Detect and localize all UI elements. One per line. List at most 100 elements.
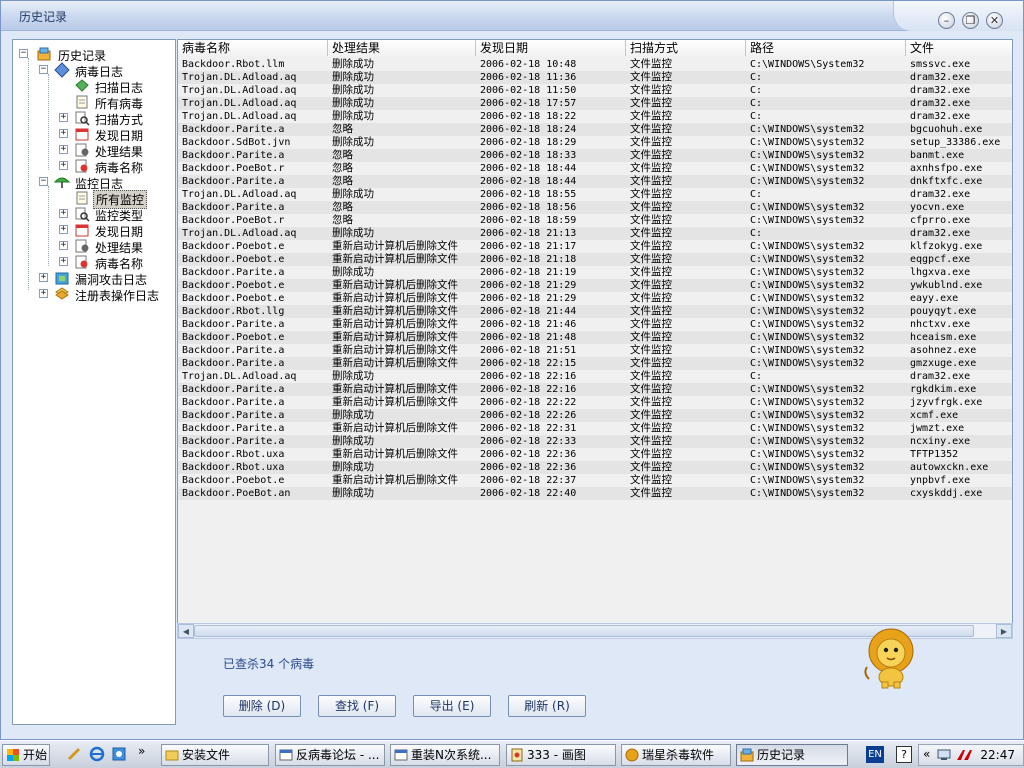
expand-icon[interactable]: + xyxy=(59,209,68,218)
table-row[interactable]: Backdoor.Rbot.llm 删除成功 2006-02-18 10:48 文件监… xyxy=(178,58,1012,71)
table-row[interactable]: Backdoor.SdBot.jvn 删除成功 2006-02-18 18:29 文件… xyxy=(178,136,1012,149)
table-row[interactable]: Trojan.DL.Adload.aq 删除成功 2006-02-18 21:13 文… xyxy=(178,227,1012,240)
table-row[interactable]: Trojan.DL.Adload.aq 删除成功 2006-02-18 11:36 文… xyxy=(178,71,1012,84)
cell-file: jwmzt.exe xyxy=(910,423,965,434)
minimize-icon[interactable]: – xyxy=(938,12,955,29)
tray-expand-icon[interactable]: « xyxy=(923,747,930,761)
table-row[interactable]: Backdoor.Rbot.uxa 重新启动计算机后删除文件 2006-02-18 … xyxy=(178,448,1012,461)
table-row[interactable]: Backdoor.Rbot.llg 重新启动计算机后删除文件 2006-02-18 … xyxy=(178,305,1012,318)
find-button[interactable]: 查找 (F) xyxy=(318,695,396,717)
table-row[interactable]: Backdoor.Parite.a 忽略 2006-02-18 18:33 文件监控 C… xyxy=(178,149,1012,162)
task-item[interactable]: 瑞星杀毒软件 xyxy=(621,744,731,766)
table-row[interactable]: Backdoor.Parite.a 忽略 2006-02-18 18:24 文件监控 C… xyxy=(178,123,1012,136)
task-item[interactable]: 历史记录 xyxy=(736,744,848,766)
table-row[interactable]: Backdoor.Parite.a 重新启动计算机后删除文件 2006-02-18 … xyxy=(178,396,1012,409)
table-row[interactable]: Backdoor.PoeBot.r 忽略 2006-02-18 18:59 文件监控 C… xyxy=(178,214,1012,227)
cell-virus-name: Backdoor.Parite.a xyxy=(182,384,285,395)
collapse-icon[interactable]: − xyxy=(39,177,48,186)
scroll-right-icon[interactable]: ▶ xyxy=(996,624,1012,638)
col-process-result[interactable]: 处理结果 xyxy=(328,40,476,56)
expand-icon[interactable]: + xyxy=(59,225,68,234)
table-row[interactable]: Backdoor.Parite.a 重新启动计算机后删除文件 2006-02-18 … xyxy=(178,344,1012,357)
table-row[interactable]: Backdoor.PoeBot.an 删除成功 2006-02-18 22:40 文件… xyxy=(178,487,1012,500)
calendar-icon xyxy=(75,224,89,237)
expand-icon[interactable]: + xyxy=(59,145,68,154)
cell-process-result: 忽略 xyxy=(332,201,353,213)
expand-icon[interactable]: + xyxy=(59,257,68,266)
task-item[interactable]: 333 - 画图 xyxy=(506,744,616,766)
table-row[interactable]: Backdoor.Poebot.e 重新启动计算机后删除文件 2006-02-18 … xyxy=(178,474,1012,487)
network-icon[interactable] xyxy=(937,748,951,762)
col-path[interactable]: 路径 xyxy=(746,40,906,56)
task-item[interactable]: 安装文件 xyxy=(161,744,269,766)
expand-icon[interactable]: + xyxy=(39,273,48,282)
col-found-date[interactable]: 发现日期 xyxy=(476,40,626,56)
cell-file: lhgxva.exe xyxy=(910,267,971,278)
antivirus-tray-icon[interactable] xyxy=(955,748,973,762)
ie-icon[interactable] xyxy=(89,746,105,762)
cell-scan-method: 文件监控 xyxy=(630,344,672,356)
table-row[interactable]: Trojan.DL.Adload.aq 删除成功 2006-02-18 11:50 文… xyxy=(178,84,1012,97)
table-row[interactable]: Backdoor.Poebot.e 重新启动计算机后删除文件 2006-02-18 … xyxy=(178,292,1012,305)
cell-scan-method: 文件监控 xyxy=(630,422,672,434)
title-bar[interactable]: 历史记录 – ❐ ✕ xyxy=(1,1,1023,31)
table-row[interactable]: Backdoor.Parite.a 重新启动计算机后删除文件 2006-02-18 … xyxy=(178,422,1012,435)
cell-virus-name: Backdoor.SdBot.jvn xyxy=(182,137,291,148)
col-scan-method[interactable]: 扫描方式 xyxy=(626,40,746,56)
table-row[interactable]: Backdoor.Rbot.uxa 删除成功 2006-02-18 22:36 文件监… xyxy=(178,461,1012,474)
scroll-thumb[interactable] xyxy=(194,625,974,637)
pen-icon[interactable] xyxy=(66,746,82,762)
table-row[interactable]: Backdoor.Poebot.e 重新启动计算机后删除文件 2006-02-18 … xyxy=(178,253,1012,266)
cell-process-result: 忽略 xyxy=(332,162,353,174)
cell-found-date: 2006-02-18 11:50 xyxy=(480,85,577,96)
quicklaunch-more-icon[interactable]: » xyxy=(138,744,145,758)
table-row[interactable]: Trojan.DL.Adload.aq 删除成功 2006-02-18 17:57 文… xyxy=(178,97,1012,110)
media-icon[interactable] xyxy=(111,746,127,762)
col-file[interactable]: 文件 xyxy=(906,40,1012,56)
table-row[interactable]: Backdoor.Poebot.e 重新启动计算机后删除文件 2006-02-18 … xyxy=(178,240,1012,253)
language-indicator[interactable]: EN xyxy=(866,746,884,763)
expand-icon[interactable]: + xyxy=(59,113,68,122)
scroll-left-icon[interactable]: ◀ xyxy=(178,624,194,638)
cell-file: gmzxuge.exe xyxy=(910,358,977,369)
table-row[interactable]: Trojan.DL.Adload.aq 删除成功 2006-02-18 22:16 文… xyxy=(178,370,1012,383)
table-row[interactable]: Backdoor.PoeBot.r 忽略 2006-02-18 18:44 文件监控 C… xyxy=(178,162,1012,175)
expand-icon[interactable]: + xyxy=(39,289,48,298)
cell-file: ynpbvf.exe xyxy=(910,475,971,486)
virus-name-icon xyxy=(75,159,88,173)
start-button[interactable]: 开始 xyxy=(2,744,50,766)
delete-button[interactable]: 删除 (D) xyxy=(223,695,301,717)
cell-scan-method: 文件监控 xyxy=(630,71,672,83)
refresh-button[interactable]: 刷新 (R) xyxy=(508,695,586,717)
table-row[interactable]: Backdoor.Parite.a 忽略 2006-02-18 18:44 文件监控 C… xyxy=(178,175,1012,188)
cell-file: autowxckn.exe xyxy=(910,462,989,473)
task-item[interactable]: 重装N次系统... xyxy=(390,744,500,766)
help-icon[interactable]: ? xyxy=(896,746,912,763)
table-row[interactable]: Backdoor.Poebot.e 重新启动计算机后删除文件 2006-02-18 … xyxy=(178,331,1012,344)
collapse-icon[interactable]: − xyxy=(39,65,48,74)
table-row[interactable]: Backdoor.Poebot.e 重新启动计算机后删除文件 2006-02-18 … xyxy=(178,279,1012,292)
table-row[interactable]: Trojan.DL.Adload.aq 删除成功 2006-02-18 18:55 文… xyxy=(178,188,1012,201)
expand-icon[interactable]: + xyxy=(59,161,68,170)
expand-icon[interactable]: + xyxy=(59,241,68,250)
cell-path: C: xyxy=(750,98,763,109)
table-row[interactable]: Backdoor.Parite.a 重新启动计算机后删除文件 2006-02-18 … xyxy=(178,318,1012,331)
table-row[interactable]: Backdoor.Parite.a 重新启动计算机后删除文件 2006-02-18 … xyxy=(178,383,1012,396)
cell-virus-name: Backdoor.Rbot.llm xyxy=(182,59,285,70)
table-row[interactable]: Backdoor.Parite.a 重新启动计算机后删除文件 2006-02-18 … xyxy=(178,357,1012,370)
table-row[interactable]: Backdoor.Parite.a 忽略 2006-02-18 18:56 文件监控 C… xyxy=(178,201,1012,214)
task-item[interactable]: 反病毒论坛 - ... xyxy=(275,744,385,766)
cell-process-result: 忽略 xyxy=(332,214,353,226)
table-row[interactable]: Backdoor.Parite.a 删除成功 2006-02-18 22:33 文件监… xyxy=(178,435,1012,448)
cell-virus-name: Backdoor.Parite.a xyxy=(182,436,285,447)
col-virus-name[interactable]: 病毒名称 xyxy=(178,40,328,56)
export-button[interactable]: 导出 (E) xyxy=(413,695,491,717)
table-row[interactable]: Backdoor.Parite.a 删除成功 2006-02-18 22:26 文件监… xyxy=(178,409,1012,422)
close-icon[interactable]: ✕ xyxy=(986,12,1003,29)
table-row[interactable]: Backdoor.Parite.a 删除成功 2006-02-18 21:19 文件监… xyxy=(178,266,1012,279)
table-row[interactable]: Trojan.DL.Adload.aq 删除成功 2006-02-18 18:22 文… xyxy=(178,110,1012,123)
expand-icon[interactable]: + xyxy=(59,129,68,138)
cell-virus-name: Backdoor.Parite.a xyxy=(182,423,285,434)
collapse-icon[interactable]: − xyxy=(19,49,28,58)
restore-icon[interactable]: ❐ xyxy=(962,12,979,29)
